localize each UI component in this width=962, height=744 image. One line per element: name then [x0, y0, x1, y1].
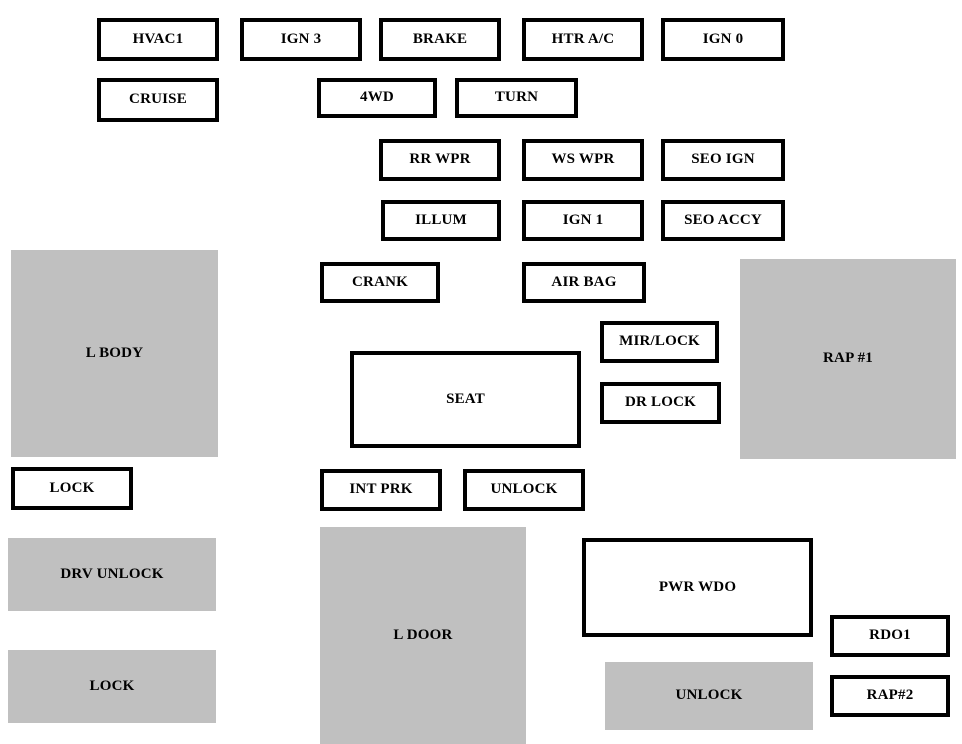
fuse-label-l-door: L DOOR: [393, 626, 453, 643]
fuse-block-l-body[interactable]: L BODY: [11, 250, 218, 457]
fuse-block-htr-ac[interactable]: HTR A/C: [522, 18, 644, 61]
fuse-block-hvac1[interactable]: HVAC1: [97, 18, 219, 61]
fuse-block-rr-wpr[interactable]: RR WPR: [379, 139, 501, 181]
fuse-block-turn[interactable]: TURN: [455, 78, 578, 118]
fuse-block-int-prk[interactable]: INT PRK: [320, 469, 442, 511]
fuse-block-rap-1[interactable]: RAP #1: [740, 259, 956, 459]
fuse-block-seat[interactable]: SEAT: [350, 351, 581, 448]
fuse-block-dr-lock[interactable]: DR LOCK: [600, 382, 721, 424]
fuse-label-illum: ILLUM: [415, 211, 467, 228]
fuse-block-crank[interactable]: CRANK: [320, 262, 440, 303]
fuse-label-ws-wpr: WS WPR: [551, 151, 615, 168]
fuse-block-seo-accy[interactable]: SEO ACCY: [661, 200, 785, 241]
fuse-block-mir-lock[interactable]: MIR/LOCK: [600, 321, 719, 363]
fuse-block-ign1[interactable]: IGN 1: [522, 200, 644, 241]
fuse-label-rr-wpr: RR WPR: [409, 151, 471, 168]
fuse-label-unlock-gray: UNLOCK: [675, 687, 743, 704]
fuse-block-lock-top[interactable]: LOCK: [11, 467, 133, 510]
fuse-label-crank: CRANK: [352, 273, 408, 290]
fuse-label-pwr-wdo: PWR WDO: [658, 578, 737, 595]
fuse-label-drv-unlock: DRV UNLOCK: [60, 565, 164, 582]
fuse-block-rdo1[interactable]: RDO1: [830, 615, 950, 657]
fuse-label-4wd: 4WD: [360, 89, 394, 106]
fuse-label-lock-bottom: LOCK: [89, 677, 135, 694]
fuse-label-ign3: IGN 3: [280, 30, 322, 47]
fuse-box-diagram: HVAC1 IGN 3 BRAKE HTR A/C IGN 0 CRUISE 4WD TURN…: [0, 0, 962, 744]
fuse-block-unlock-gray[interactable]: UNLOCK: [605, 662, 813, 730]
fuse-label-brake: BRAKE: [412, 30, 468, 47]
fuse-block-unlock-mid[interactable]: UNLOCK: [463, 469, 585, 511]
fuse-label-mir-lock: MIR/LOCK: [619, 333, 700, 350]
fuse-label-seat: SEAT: [446, 390, 485, 407]
fuse-label-rap-2: RAP#2: [866, 687, 914, 704]
fuse-block-pwr-wdo[interactable]: PWR WDO: [582, 538, 813, 637]
fuse-block-ign0[interactable]: IGN 0: [661, 18, 785, 61]
fuse-block-seo-ign[interactable]: SEO IGN: [661, 139, 785, 181]
fuse-label-l-body: L BODY: [85, 344, 144, 361]
fuse-block-lock-bottom[interactable]: LOCK: [8, 650, 216, 723]
fuse-label-unlock-mid: UNLOCK: [490, 481, 558, 498]
fuse-block-rap-2[interactable]: RAP#2: [830, 675, 950, 717]
fuse-label-seo-accy: SEO ACCY: [684, 211, 762, 228]
fuse-block-ign3[interactable]: IGN 3: [240, 18, 362, 61]
fuse-label-ign1: IGN 1: [562, 211, 604, 228]
fuse-block-cruise[interactable]: CRUISE: [97, 78, 219, 122]
fuse-block-l-door[interactable]: L DOOR: [320, 527, 526, 744]
fuse-label-hvac1: HVAC1: [132, 30, 184, 47]
fuse-label-turn: TURN: [494, 89, 539, 106]
fuse-label-ign0: IGN 0: [702, 30, 744, 47]
fuse-label-rap-1: RAP #1: [823, 350, 873, 367]
fuse-label-air-bag: AIR BAG: [551, 273, 617, 290]
fuse-block-ws-wpr[interactable]: WS WPR: [522, 139, 644, 181]
fuse-label-htr-ac: HTR A/C: [551, 30, 615, 47]
fuse-label-dr-lock: DR LOCK: [625, 394, 696, 411]
fuse-label-seo-ign: SEO IGN: [691, 151, 755, 168]
fuse-block-4wd[interactable]: 4WD: [317, 78, 437, 118]
fuse-label-cruise: CRUISE: [129, 91, 187, 108]
fuse-block-brake[interactable]: BRAKE: [379, 18, 501, 61]
fuse-block-illum[interactable]: ILLUM: [381, 200, 501, 241]
fuse-label-rdo1: RDO1: [869, 627, 911, 644]
fuse-block-drv-unlock[interactable]: DRV UNLOCK: [8, 538, 216, 611]
fuse-label-lock-top: LOCK: [49, 479, 95, 496]
fuse-block-air-bag[interactable]: AIR BAG: [522, 262, 646, 303]
fuse-label-int-prk: INT PRK: [349, 481, 413, 498]
